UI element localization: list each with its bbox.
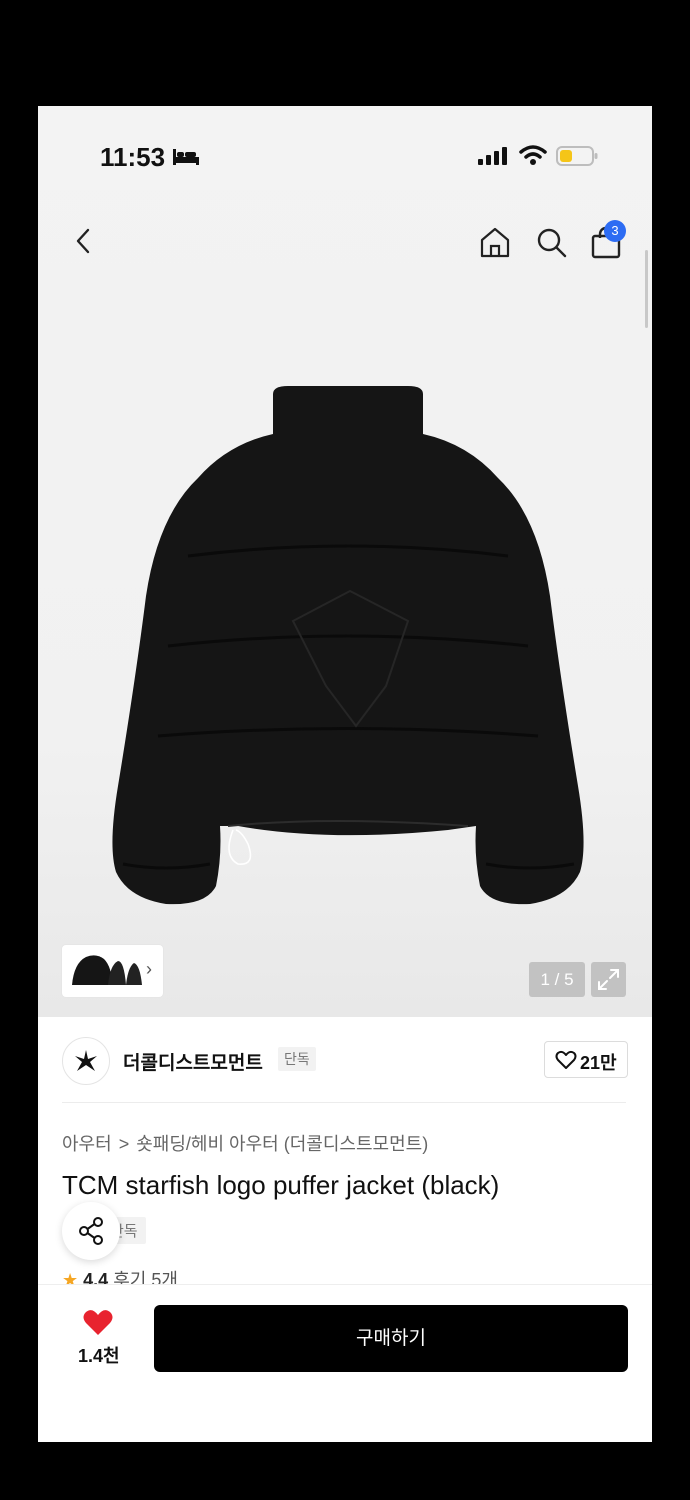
product-title: TCM starfish logo puffer jacket (black) <box>62 1170 500 1200</box>
back-button[interactable] <box>68 224 98 258</box>
brand-row[interactable]: 더콜디스트모먼트 단독 21만 <box>38 1017 652 1101</box>
bottom-action-bar: 1.4천 구매하기 <box>38 1284 652 1442</box>
breadcrumb-category[interactable]: 아우터 <box>62 1134 112 1154</box>
breadcrumb-separator: > <box>118 1134 130 1154</box>
exclusive-badge: 단독 <box>278 1047 316 1071</box>
divider <box>62 1102 626 1103</box>
app-screen: 11:53 3 › 1 / 5 더콜디스트모먼트 단독 21만 아우터 > 숏패… <box>38 106 652 1442</box>
search-icon[interactable] <box>534 224 568 260</box>
status-time: 11:53 <box>100 142 166 172</box>
expand-icon[interactable] <box>591 962 626 997</box>
brand-like-button[interactable]: 21만 <box>544 1041 628 1078</box>
heart-outline-icon <box>555 1050 577 1069</box>
share-icon <box>79 1217 103 1245</box>
product-photo <box>112 386 584 905</box>
heart-filled-icon[interactable] <box>82 1309 114 1337</box>
brand-like-count: 21만 <box>580 1053 617 1073</box>
breadcrumb-subcategory[interactable]: 숏패딩/헤비 아우터 (더콜디스트모먼트) <box>136 1134 428 1154</box>
share-button[interactable] <box>62 1202 120 1260</box>
scrollbar <box>645 250 648 328</box>
image-page-indicator: 1 / 5 <box>529 962 585 997</box>
status-bar: 11:53 <box>38 106 652 206</box>
wifi-icon <box>519 145 547 165</box>
wish-count: 1.4천 <box>78 1346 120 1366</box>
thumbnail-images <box>72 955 142 985</box>
starfish-logo-icon <box>75 1050 97 1071</box>
sleep-focus-icon <box>173 149 199 165</box>
brand-name[interactable]: 더콜디스트모먼트 <box>123 1048 263 1075</box>
product-image-gallery[interactable]: 11:53 3 › 1 / 5 <box>38 106 652 1017</box>
cellular-signal-icon <box>478 147 507 165</box>
thumbnail-strip[interactable]: › <box>62 945 163 997</box>
battery-icon <box>556 146 598 166</box>
buy-button[interactable]: 구매하기 <box>154 1305 628 1372</box>
cart-count-badge: 3 <box>604 220 626 242</box>
chevron-right-icon: › <box>146 959 152 979</box>
breadcrumb: 아우터 > 숏패딩/헤비 아우터 (더콜디스트모먼트) <box>62 1130 428 1156</box>
brand-logo[interactable] <box>62 1037 110 1085</box>
home-icon[interactable] <box>478 224 512 260</box>
